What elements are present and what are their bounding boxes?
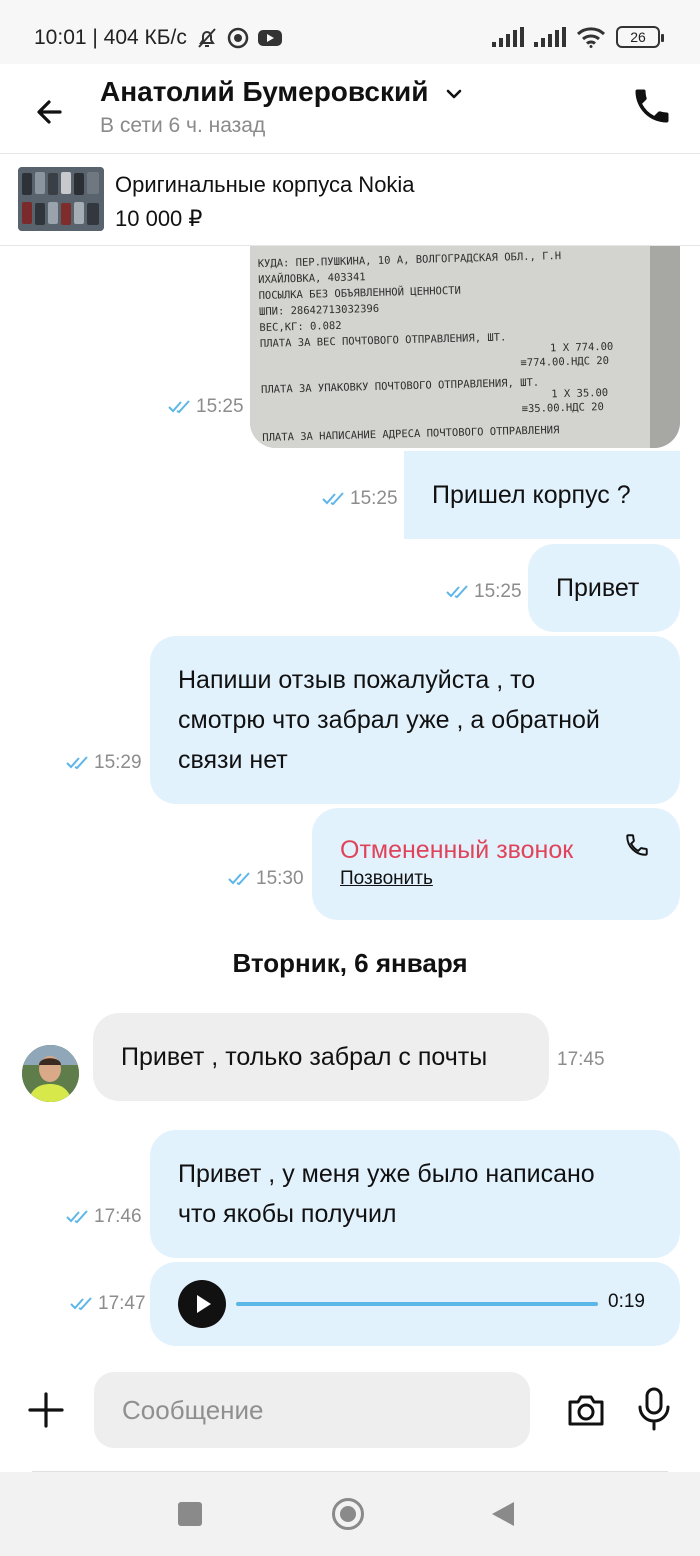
recent-apps-icon[interactable]: [178, 1502, 202, 1526]
message-text: Привет , у меня уже было написано что як…: [178, 1154, 595, 1234]
receipt-line: 1 Х 774.00: [550, 341, 614, 355]
status-bar: 10:01 | 404 КБ/с 26: [0, 0, 700, 64]
plus-icon[interactable]: [26, 1390, 66, 1430]
receipt-photo: КУДА: ПЕР.ПУШКИНА, 10 А, ВОЛГОГРАДСКАЯ О…: [250, 246, 680, 448]
voice-progress-track[interactable]: [236, 1302, 598, 1306]
message-line: Напиши отзыв пожалуйста , то: [178, 666, 536, 694]
message-line: Привет , у меня уже было написано: [178, 1160, 595, 1188]
message-bubble[interactable]: Привет , у меня уже было написано что як…: [150, 1130, 680, 1258]
message-line: что якобы получил: [178, 1200, 397, 1228]
listing-card[interactable]: Оригинальные корпуса Nokia 10 000 ₽: [0, 154, 700, 246]
phone-icon[interactable]: [624, 832, 650, 858]
message-bubble[interactable]: Напиши отзыв пожалуйста , то смотрю что …: [150, 636, 680, 804]
home-icon[interactable]: [332, 1498, 364, 1530]
message-bubble[interactable]: Привет , только забрал с почты: [93, 1013, 549, 1101]
message-meta: 15:25: [168, 396, 244, 418]
chevron-down-icon[interactable]: [444, 84, 464, 104]
listing-price: 10 000 ₽: [115, 206, 203, 231]
message-meta: 15:25: [322, 488, 398, 510]
message-line: связи нет: [178, 746, 288, 774]
signal-icon: [534, 27, 566, 47]
double-check-icon: [168, 400, 190, 414]
double-check-icon: [322, 492, 344, 506]
message-meta: 17:47: [70, 1293, 146, 1315]
missed-call-title: Отмененный звонок: [340, 836, 574, 864]
avatar[interactable]: [22, 1045, 79, 1102]
voice-message[interactable]: 0:19: [150, 1262, 680, 1346]
photo-message[interactable]: КУДА: ПЕР.ПУШКИНА, 10 А, ВОЛГОГРАДСКАЯ О…: [250, 246, 680, 448]
message-bubble[interactable]: Пришел корпус ?: [404, 451, 680, 539]
wifi-icon: [576, 27, 606, 48]
double-check-icon: [66, 1210, 88, 1224]
status-time: 10:01 | 404 КБ/с: [34, 26, 187, 49]
listing-thumbnail: [18, 167, 104, 231]
message-text: Напиши отзыв пожалуйста , то смотрю что …: [178, 660, 600, 780]
message-meta: 15:29: [66, 752, 142, 774]
message-input[interactable]: [94, 1372, 530, 1448]
message-time: 17:47: [98, 1293, 146, 1314]
mic-icon[interactable]: [634, 1386, 674, 1432]
system-nav-bar: [0, 1472, 700, 1556]
battery-level: 26: [630, 29, 646, 45]
message-meta: 15:30: [228, 868, 304, 890]
bell-off-icon: [198, 28, 216, 48]
call-back-link[interactable]: Позвонить: [340, 868, 433, 890]
double-check-icon: [228, 872, 250, 886]
double-check-icon: [66, 756, 88, 770]
status-left: 10:01 | 404 КБ/с: [34, 26, 283, 50]
phone-icon[interactable]: [630, 84, 674, 128]
message-time: 15:29: [94, 752, 142, 773]
chat-header: Анатолий Бумеровский В сети 6 ч. назад: [0, 64, 700, 154]
message-meta: 17:45: [557, 1049, 605, 1071]
message-line: смотрю что забрал уже , а обратной: [178, 706, 600, 734]
message-meta: 15:25: [446, 581, 522, 603]
message-text: Привет: [556, 574, 640, 602]
message-text: Привет , только забрал с почты: [121, 1043, 488, 1071]
receipt-line: 1 Х 35.00: [551, 387, 608, 400]
youtube-icon: [257, 30, 282, 46]
message-time: 17:46: [94, 1206, 142, 1227]
battery-icon: 26: [616, 26, 664, 48]
message-text: Пришел корпус ?: [432, 481, 631, 509]
back-arrow-icon[interactable]: [30, 92, 70, 132]
message-time: 15:25: [350, 488, 398, 509]
signal-icon: [492, 27, 524, 47]
status-right: 26: [492, 26, 664, 48]
play-button[interactable]: [178, 1280, 226, 1328]
nav-back-icon[interactable]: [492, 1502, 514, 1526]
receipt-line: ≡35.00.НДС 20: [522, 401, 604, 415]
camera-icon[interactable]: [564, 1388, 608, 1432]
message-time: 15:25: [196, 396, 244, 417]
date-separator: Вторник, 6 января: [232, 948, 468, 978]
listing-title: Оригинальные корпуса Nokia: [115, 172, 415, 197]
message-composer: [0, 1350, 700, 1472]
contact-status: В сети 6 ч. назад: [100, 114, 266, 137]
contact-name[interactable]: Анатолий Бумеровский: [100, 76, 428, 108]
receipt-line: ВЕС,КГ: 0.082: [259, 320, 341, 334]
play-icon: [197, 1295, 211, 1313]
message-time: 15:30: [256, 868, 304, 889]
voice-duration: 0:19: [608, 1291, 645, 1312]
double-check-icon: [70, 1297, 92, 1311]
message-list[interactable]: КУДА: ПЕР.ПУШКИНА, 10 А, ВОЛГОГРАДСКАЯ О…: [0, 246, 700, 1350]
message-bubble[interactable]: Привет: [528, 544, 680, 632]
message-time: 17:45: [557, 1049, 605, 1070]
message-time: 15:25: [474, 581, 522, 602]
double-check-icon: [446, 585, 468, 599]
message-meta: 17:46: [66, 1206, 142, 1228]
receipt-line: ≡774.00.НДС 20: [520, 355, 609, 369]
target-icon: [227, 27, 249, 49]
missed-call-bubble[interactable]: Отмененный звонок Позвонить: [312, 808, 680, 920]
